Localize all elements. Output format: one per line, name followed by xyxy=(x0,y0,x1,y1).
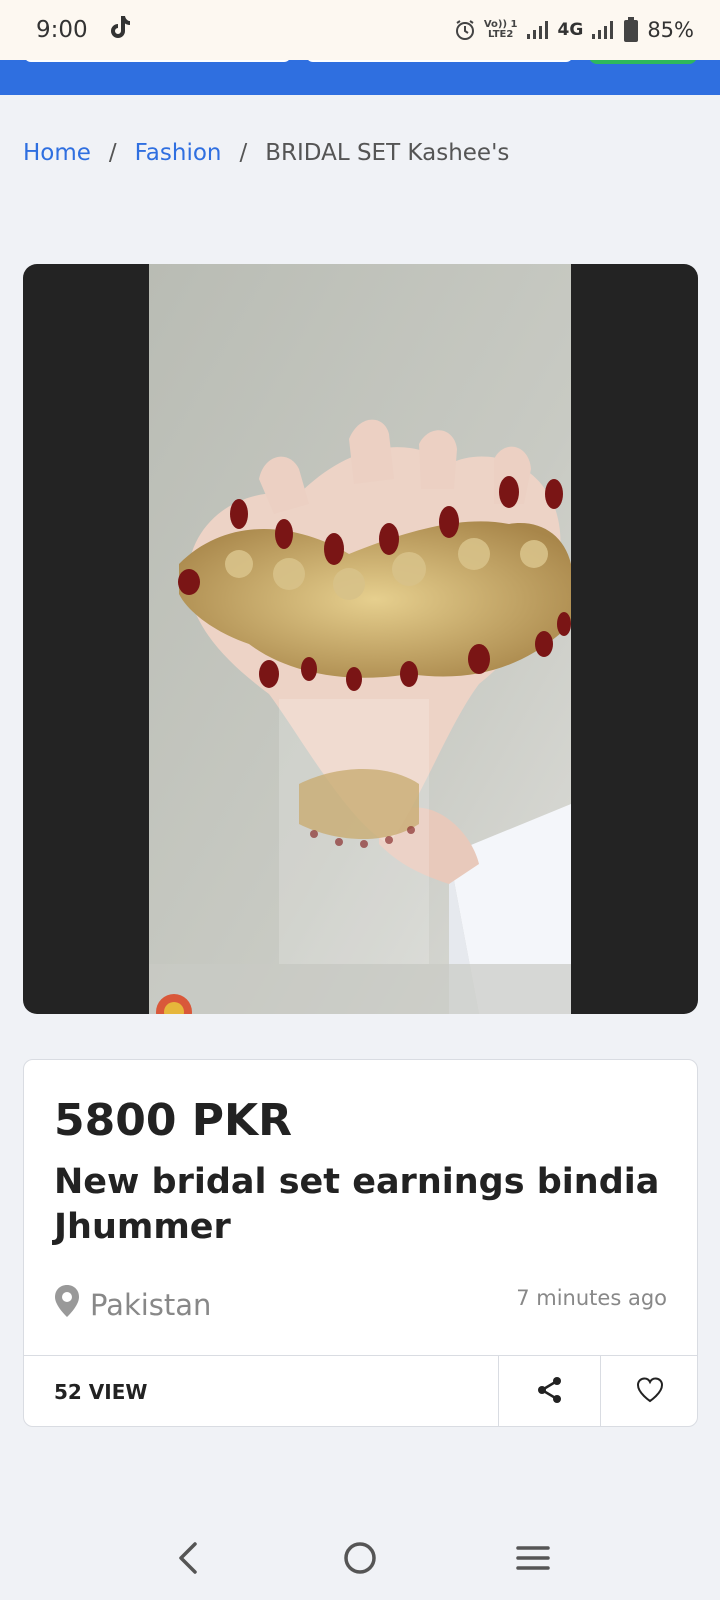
listing-price: 5800 PKR xyxy=(54,1095,293,1146)
heart-icon xyxy=(636,1377,664,1407)
top-app-bar xyxy=(0,60,720,95)
breadcrumb: Home / Fashion / BRIDAL SET Kashee's xyxy=(23,140,509,166)
back-icon xyxy=(175,1541,199,1579)
map-pin-icon xyxy=(54,1285,80,1324)
system-nav-bar xyxy=(0,1520,720,1600)
back-button[interactable] xyxy=(147,1530,227,1590)
view-count: 52 VIEW xyxy=(54,1380,148,1404)
header-field-1[interactable] xyxy=(24,60,291,62)
breadcrumb-fashion[interactable]: Fashion xyxy=(135,140,222,166)
breadcrumb-separator: / xyxy=(239,140,248,166)
battery-level: 85% xyxy=(647,18,694,42)
signal-icon xyxy=(526,19,550,41)
status-left: 9:00 xyxy=(36,14,132,46)
listing-title: New bridal set earnings bindia Jhummer xyxy=(54,1162,660,1247)
network-type: 4G xyxy=(557,20,584,40)
listing-location: Pakistan xyxy=(54,1285,211,1324)
product-photo[interactable] xyxy=(149,264,571,1014)
signal-icon-2 xyxy=(591,19,615,41)
status-bar: 9:00 Vo)) 1 LTE2 4G 85% xyxy=(0,0,720,60)
alarm-icon xyxy=(454,19,476,41)
home-circle-icon xyxy=(343,1541,377,1579)
header-action-button[interactable] xyxy=(589,60,697,64)
share-icon xyxy=(536,1376,564,1408)
status-time: 9:00 xyxy=(36,17,88,43)
favorite-button[interactable] xyxy=(600,1356,697,1426)
share-button[interactable] xyxy=(498,1356,600,1426)
posted-time: 7 minutes ago xyxy=(516,1286,667,1310)
volte-bottom: LTE2 xyxy=(488,29,514,40)
breadcrumb-current: BRIDAL SET Kashee's xyxy=(265,140,510,166)
status-right: Vo)) 1 LTE2 4G 85% xyxy=(454,17,694,43)
location-label: Pakistan xyxy=(90,1287,212,1322)
tiktok-icon xyxy=(108,14,132,46)
recents-button[interactable] xyxy=(493,1530,573,1590)
menu-icon xyxy=(516,1544,551,1576)
battery-icon xyxy=(623,17,639,43)
home-button[interactable] xyxy=(320,1530,400,1590)
product-gallery[interactable] xyxy=(23,264,698,1014)
volte-indicator: Vo)) 1 LTE2 xyxy=(484,20,518,40)
header-field-2[interactable] xyxy=(306,60,573,62)
listing-card-footer: 52 VIEW xyxy=(24,1355,697,1426)
breadcrumb-home[interactable]: Home xyxy=(23,140,91,166)
listing-card: 5800 PKR New bridal set earnings bindia … xyxy=(23,1059,698,1427)
breadcrumb-separator: / xyxy=(108,140,117,166)
